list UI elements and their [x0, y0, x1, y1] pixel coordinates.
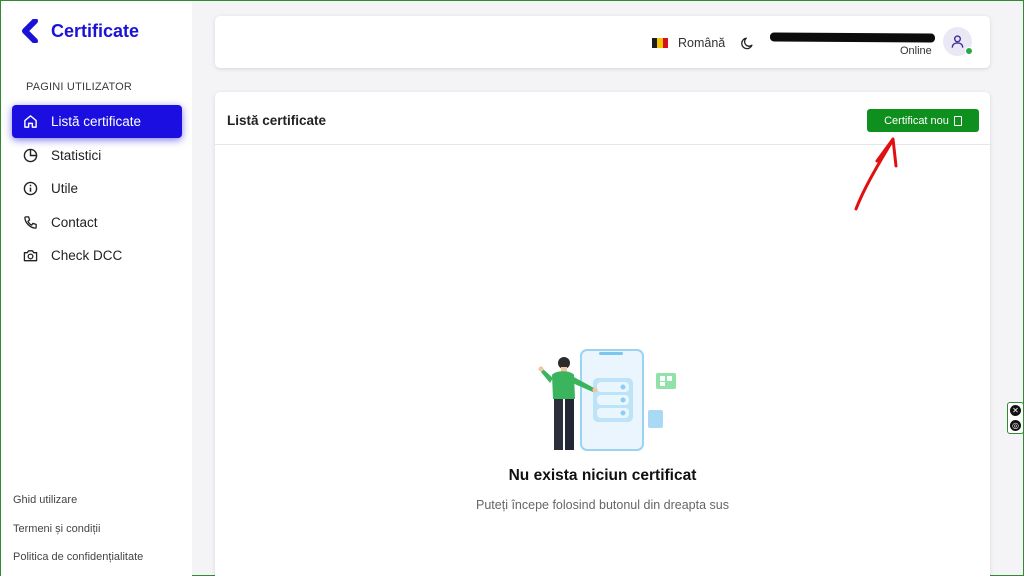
annotation-arrow-icon — [854, 137, 898, 211]
sidebar-item-label: Statistici — [51, 147, 102, 163]
home-icon — [22, 114, 38, 130]
sidebar-item-contact[interactable]: Contact — [12, 206, 182, 239]
settings-icon[interactable]: ◎ — [1010, 420, 1021, 431]
romania-flag-icon — [652, 38, 668, 48]
sidebar-item-label: Check DCC — [51, 248, 123, 263]
sidebar-item-label: Listă certificate — [51, 114, 142, 129]
phone-icon — [22, 214, 38, 230]
camera-icon — [22, 248, 38, 264]
new-certificate-label: Certificat nou — [884, 114, 949, 127]
info-icon — [22, 181, 38, 197]
empty-state-title: Nu exista niciun certificat — [508, 467, 697, 484]
user-icon — [951, 35, 964, 48]
avatar[interactable] — [943, 27, 973, 56]
empty-state-subtitle: Puteți începe folosind butonul din dreap… — [476, 498, 729, 512]
new-certificate-button[interactable]: Certificat nou — [867, 109, 979, 132]
sidebar: Certificate PAGINI UTILIZATOR Listă cert… — [1, 1, 308, 576]
footer-link-ghid[interactable]: Ghid utilizare — [13, 493, 143, 522]
logo-icon — [22, 19, 38, 43]
footer-link-termeni[interactable]: Termeni și condiții — [13, 522, 143, 551]
page-title: Listă certificate — [227, 113, 327, 128]
empty-state-illustration — [538, 349, 676, 451]
sidebar-item-label: Utile — [51, 181, 79, 196]
pie-chart-icon — [22, 147, 38, 163]
sidebar-item-lista-certificate[interactable]: Listă certificate — [12, 105, 182, 138]
floating-widget[interactable]: ✕ ◎ — [1007, 402, 1024, 434]
sidebar-footer: Ghid utilizare Termeni și condiții Polit… — [13, 493, 143, 576]
language-label: Română — [678, 36, 726, 50]
topbar: Română Online — [215, 16, 990, 68]
app-title: Certificate — [51, 20, 140, 41]
sidebar-nav: Listă certificate Statistici Utile Conta… — [12, 105, 182, 273]
sidebar-section-header: PAGINI UTILIZATOR — [26, 81, 133, 93]
sidebar-item-label: Contact — [51, 214, 98, 230]
sidebar-item-statistici[interactable]: Statistici — [12, 139, 182, 172]
moon-icon[interactable] — [741, 36, 755, 50]
redacted-username — [769, 32, 936, 43]
language-selector[interactable]: Română — [652, 36, 725, 50]
brand[interactable]: Certificate — [21, 19, 308, 43]
user-status: Online — [900, 45, 932, 57]
close-icon[interactable]: ✕ — [1010, 405, 1021, 416]
online-indicator — [965, 47, 973, 55]
footer-link-politica[interactable]: Politica de confidențialitate — [13, 550, 143, 576]
sidebar-item-check-dcc[interactable]: Check DCC — [12, 239, 182, 272]
sidebar-item-utile[interactable]: Utile — [12, 172, 182, 205]
file-icon — [953, 115, 962, 126]
